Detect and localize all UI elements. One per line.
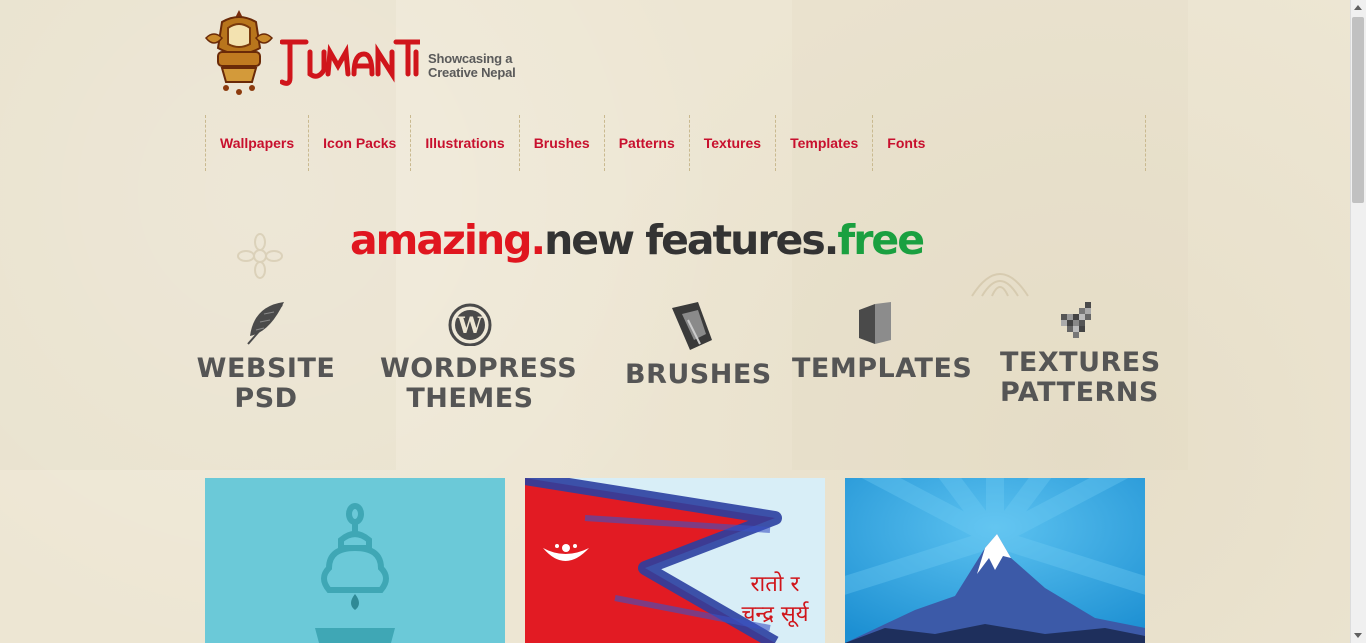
nav-item-icon-packs[interactable]: Icon Packs [309, 115, 410, 171]
lamp-icon [315, 503, 395, 643]
feature-label-line-2: PSD [234, 383, 298, 414]
nav-item-wallpapers[interactable]: Wallpapers [206, 115, 308, 171]
nav-item-templates[interactable]: Templates [776, 115, 872, 171]
feature-label-line-1: TEMPLATES [792, 353, 973, 384]
svg-text:W: W [457, 313, 483, 339]
thumbnail-nepal-flag-wallpaper[interactable]: रातो र चन्द्र सूर्य [525, 478, 825, 643]
mountain-icon [845, 478, 1145, 643]
site-tagline: Showcasing a Creative Nepal [428, 52, 516, 80]
feature-label-line-1: WORDPRESS [380, 353, 578, 384]
jumanti-wordmark [280, 39, 420, 86]
headline-part-amazing: amazing. [350, 216, 546, 264]
nav-item-fonts[interactable]: Fonts [873, 115, 939, 171]
feature-label-line-2: PATTERNS [1000, 377, 1159, 408]
flag-caption-line-2: चन्द्र सूर्य [741, 602, 809, 627]
features-headline: amazing.new features.free [350, 216, 970, 264]
nav-divider [1145, 115, 1146, 171]
scroll-up-arrow-icon[interactable] [1350, 0, 1366, 16]
feature-label-line-1: BRUSHES [625, 359, 772, 390]
tagline-line-2: Creative Nepal [428, 65, 516, 80]
texture-icon [1061, 302, 1091, 338]
feature-website-psd[interactable]: WEBSITE PSD [195, 300, 337, 414]
flag-caption: रातो र चन्द्र सूर्य [730, 570, 820, 630]
headline-part-free: free [837, 216, 925, 264]
thumbnail-mountain-wallpaper[interactable] [845, 478, 1145, 643]
feature-wordpress-themes[interactable]: W WORDPRESS THEMES [380, 300, 578, 414]
brush-icon [672, 302, 712, 350]
nav-item-patterns[interactable]: Patterns [605, 115, 689, 171]
site-logo[interactable]: Showcasing a Creative Nepal [204, 8, 534, 100]
feature-brushes[interactable]: BRUSHES [625, 300, 772, 390]
scroll-down-arrow-icon[interactable] [1350, 627, 1366, 643]
template-icon [859, 302, 891, 344]
nav-item-brushes[interactable]: Brushes [520, 115, 604, 171]
flower-ornament-icon [237, 233, 283, 279]
scrollbar-thumb[interactable] [1352, 17, 1364, 203]
nav-item-textures[interactable]: Textures [690, 115, 775, 171]
feature-label-line-1: WEBSITE [196, 353, 336, 384]
tagline-line-1: Showcasing a [428, 51, 513, 66]
flower-ornament-icon [971, 273, 1029, 297]
feature-textures-patterns[interactable]: TEXTURES PATTERNS [1000, 300, 1161, 408]
main-navigation: Wallpapers Icon Packs Illustrations Brus… [205, 115, 1145, 171]
feather-icon [247, 302, 284, 345]
flag-caption-line-1: रातो र [750, 572, 800, 597]
headline-part-new-features: new features. [544, 216, 839, 264]
nav-item-illustrations[interactable]: Illustrations [411, 115, 518, 171]
wordpress-icon: W [448, 303, 492, 346]
jumanti-emblem-icon [204, 10, 274, 95]
feature-label-line-1: TEXTURES [1000, 347, 1161, 378]
thumbnail-lamp-illustration[interactable] [205, 478, 505, 643]
feature-label-line-2: THEMES [406, 383, 534, 414]
feature-templates[interactable]: TEMPLATES [792, 300, 973, 384]
